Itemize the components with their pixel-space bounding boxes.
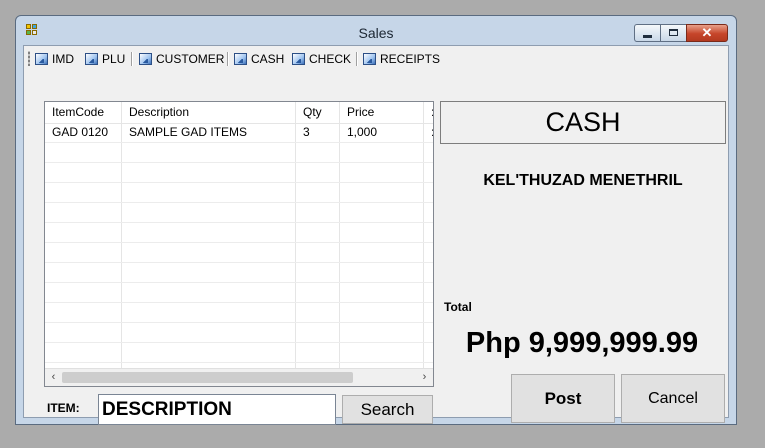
search-button[interactable]: Search (342, 395, 433, 424)
image-icon (234, 53, 247, 65)
minimize-icon (643, 35, 652, 38)
item-label: ITEM: (47, 401, 80, 415)
table-row-empty (45, 163, 433, 183)
title-bar[interactable]: Sales ✕ (16, 16, 736, 46)
toolbar-separator (356, 52, 358, 66)
toolbar-imd-button[interactable]: IMD (35, 51, 74, 67)
customer-name: KEL'THUZAD MENETHRIL (483, 172, 683, 189)
post-button[interactable]: Post (511, 374, 615, 423)
toolbar-label: IMD (52, 52, 74, 66)
toolbar-label: CASH (251, 52, 285, 66)
column-header-price[interactable]: Price (340, 102, 424, 123)
table-row-empty (45, 183, 433, 203)
scroll-thumb[interactable] (62, 372, 353, 383)
toolbar-label: RECEIPTS (380, 52, 441, 66)
table-row-empty (45, 303, 433, 323)
close-icon: ✕ (701, 25, 713, 40)
table-row-empty (45, 343, 433, 363)
column-header-qty[interactable]: Qty (296, 102, 340, 123)
toolbar-label: CHECK (309, 52, 352, 66)
grid-rows: GAD 0120 SAMPLE GAD ITEMS 3 1,000 : (45, 123, 433, 383)
column-header-overflow[interactable]: : (424, 102, 433, 123)
maximize-button[interactable] (660, 24, 686, 42)
client-area: IMD PLU CUSTOMER CASH CHECK RECEIPTS Ite… (23, 45, 729, 425)
scroll-left-icon[interactable]: ‹ (45, 369, 62, 386)
table-row[interactable]: GAD 0120 SAMPLE GAD ITEMS 3 1,000 : (45, 123, 433, 143)
cell-overflow[interactable]: : (424, 123, 433, 142)
image-icon (35, 53, 48, 65)
table-row-empty (45, 243, 433, 263)
sales-window: Sales ✕ IMD PLU CUSTOMER CASH CHECK RECE… (15, 15, 737, 425)
toolbar-label: CUSTOMER (156, 52, 225, 66)
toolbar-customer-button[interactable]: CUSTOMER (139, 51, 224, 67)
total-label: Total (444, 300, 472, 314)
window-title: Sales (358, 25, 394, 41)
table-row-empty (45, 223, 433, 243)
table-row-empty (45, 263, 433, 283)
total-amount: Php 9,999,999.99 (465, 327, 699, 359)
table-row-empty (45, 203, 433, 223)
toolbar-separator (227, 52, 229, 66)
toolbar-plu-button[interactable]: PLU (85, 51, 125, 67)
scroll-right-icon[interactable]: › (416, 369, 433, 386)
close-button[interactable]: ✕ (686, 24, 728, 42)
toolbar-label: PLU (102, 52, 126, 66)
item-input[interactable] (98, 394, 336, 425)
cell-itemcode[interactable]: GAD 0120 (45, 123, 122, 142)
horizontal-scrollbar[interactable]: ‹ › (45, 368, 433, 386)
maximize-icon (669, 29, 678, 36)
payment-type-box: CASH (440, 101, 726, 144)
toolbar-check-button[interactable]: CHECK (292, 51, 351, 67)
column-header-description[interactable]: Description (122, 102, 296, 123)
cell-qty[interactable]: 3 (296, 123, 340, 142)
image-icon (363, 53, 376, 65)
table-row-empty (45, 283, 433, 303)
column-header-itemcode[interactable]: ItemCode (45, 102, 122, 123)
items-grid[interactable]: ItemCode Description Qty Price : GAD 012… (44, 101, 434, 387)
toolbar: IMD PLU CUSTOMER CASH CHECK RECEIPTS (24, 46, 728, 71)
table-row-empty (45, 143, 433, 163)
toolbar-separator (131, 52, 133, 66)
toolbar-cash-button[interactable]: CASH (234, 51, 284, 67)
image-icon (85, 53, 98, 65)
table-row-empty (45, 323, 433, 343)
cell-description[interactable]: SAMPLE GAD ITEMS (122, 123, 296, 142)
toolbar-receipts-button[interactable]: RECEIPTS (363, 51, 440, 67)
image-icon (139, 53, 152, 65)
cell-price[interactable]: 1,000 (340, 123, 424, 142)
image-icon (292, 53, 305, 65)
grid-header: ItemCode Description Qty Price : (45, 102, 433, 124)
toolbar-grip[interactable] (28, 51, 30, 66)
minimize-button[interactable] (634, 24, 660, 42)
cancel-button[interactable]: Cancel (621, 374, 725, 423)
